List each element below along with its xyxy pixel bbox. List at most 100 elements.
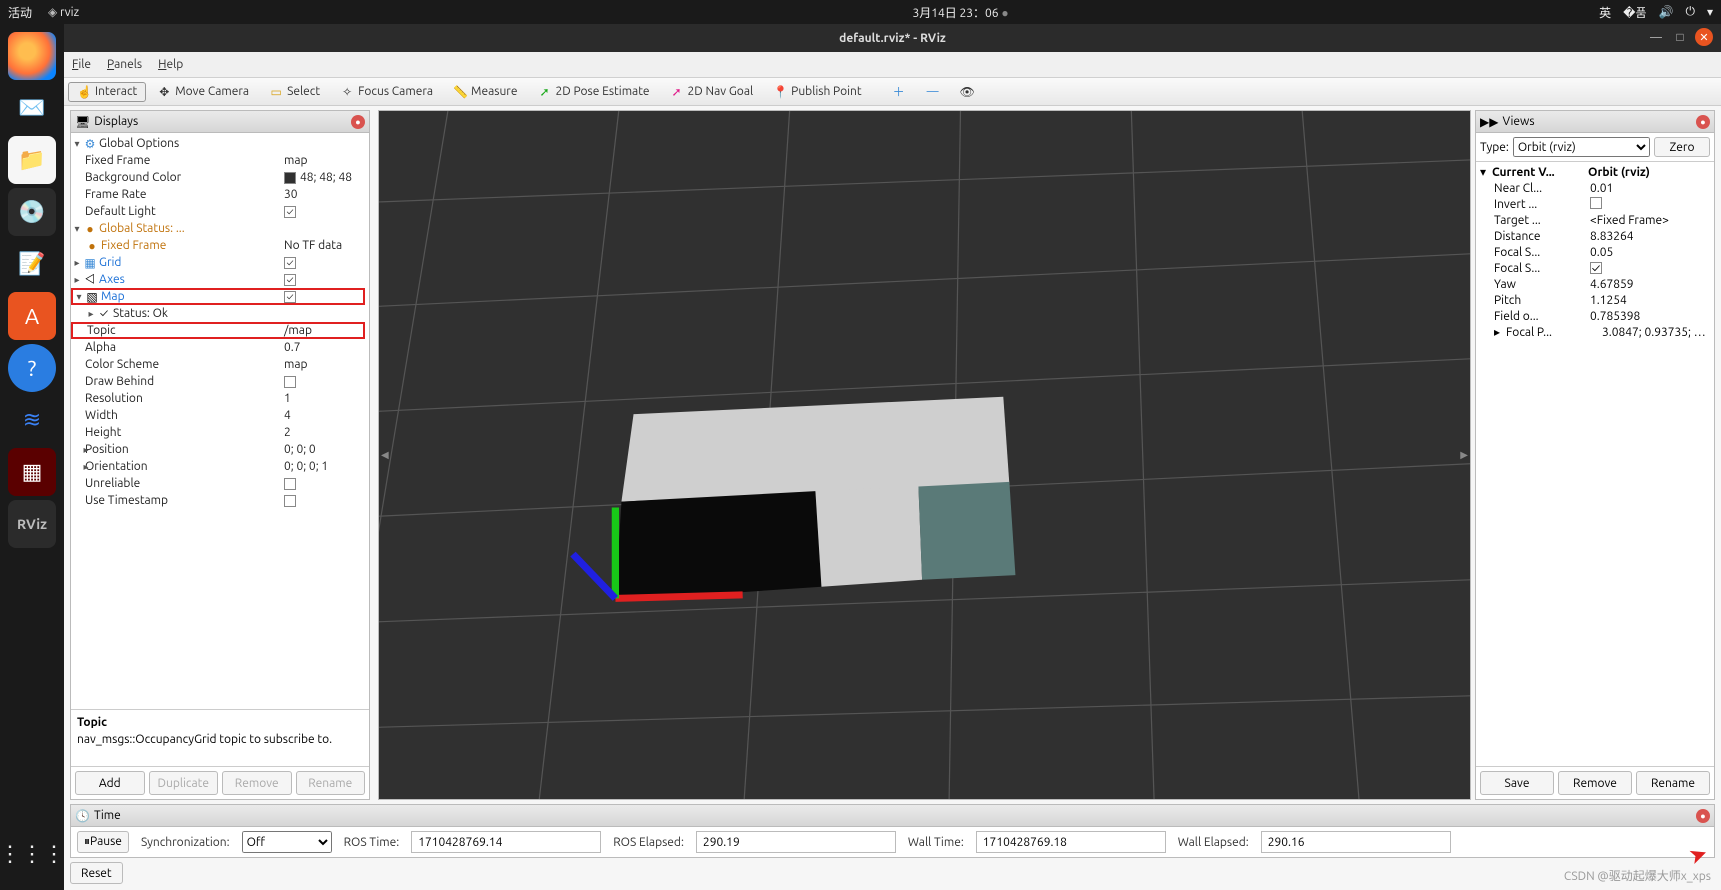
focus-camera-icon: ✧ [340, 85, 354, 99]
launcher-vscode[interactable]: ≋ [8, 396, 56, 444]
displays-add-button[interactable]: Add [75, 771, 145, 795]
move-camera-icon: ✥ [157, 85, 171, 99]
reset-button[interactable]: Reset [70, 862, 123, 884]
window-minimize-button[interactable]: — [1647, 28, 1665, 46]
select-icon: ▭ [269, 85, 283, 99]
launcher-screenshot[interactable]: ▦ [8, 448, 56, 496]
time-panel: 🕓 Time ● ⏸Pause Synchronization: Off ROS… [70, 804, 1715, 858]
focal-fixed-checkbox[interactable]: ✓ [1590, 262, 1602, 274]
draw-behind-checkbox[interactable] [284, 376, 296, 388]
window-title: default.rviz* - RViz [839, 32, 946, 45]
displays-icon: 🖥 [75, 115, 90, 129]
measure-icon: 📏 [453, 85, 467, 99]
pause-button[interactable]: ⏸Pause [77, 831, 129, 853]
ime-indicator[interactable]: 英 [1599, 4, 1611, 21]
invert-z-checkbox[interactable] [1590, 197, 1602, 209]
tool-focus-camera[interactable]: ✧Focus Camera [331, 82, 442, 102]
displays-duplicate-button[interactable]: Duplicate [149, 771, 219, 795]
displays-close-button[interactable]: ● [351, 115, 365, 129]
check-icon: ✓ [97, 307, 111, 320]
warning-icon: ● [85, 239, 99, 253]
eye-icon: 👁 [960, 85, 974, 99]
clock[interactable]: 3月14日 23：06 [912, 7, 998, 20]
wall-time-value [976, 831, 1166, 853]
launcher-help[interactable]: ? [8, 344, 56, 392]
launcher-writer[interactable]: 📝 [8, 240, 56, 288]
views-zero-button[interactable]: Zero [1654, 137, 1710, 157]
interact-icon: ☝ [77, 85, 91, 99]
time-close-button[interactable]: ● [1696, 809, 1710, 823]
displays-rename-button[interactable]: Rename [296, 771, 366, 795]
grid-checkbox[interactable] [284, 257, 296, 269]
launcher-rhythmbox[interactable]: 💿 [8, 188, 56, 236]
views-remove-button[interactable]: Remove [1558, 771, 1632, 795]
unreliable-checkbox[interactable] [284, 478, 296, 490]
tool-visibility[interactable]: 👁 [951, 82, 983, 102]
activities-button[interactable]: 活动 [8, 4, 32, 21]
titlebar: default.rviz* - RViz — □ ✕ [64, 24, 1721, 52]
menu-file[interactable]: File [72, 58, 91, 71]
clock-icon: 🕓 [75, 809, 90, 823]
app-indicator[interactable]: ◈ rviz [48, 5, 79, 19]
views-close-button[interactable]: ● [1696, 115, 1710, 129]
map-checkbox[interactable] [284, 291, 296, 303]
views-type-select[interactable]: Orbit (rviz) [1513, 137, 1650, 157]
ubuntu-launcher: ✉️ 📁 💿 📝 A ? ≋ ▦ RViz ⋮⋮⋮ [0, 24, 64, 890]
window-close-button[interactable]: ✕ [1695, 28, 1713, 46]
ros-elapsed-value [696, 831, 896, 853]
wall-elapsed-value [1261, 831, 1451, 853]
wall-time-label: Wall Time: [908, 836, 964, 849]
launcher-thunderbird[interactable]: ✉️ [8, 84, 56, 132]
wall-elapsed-label: Wall Elapsed: [1178, 836, 1249, 849]
network-icon[interactable]: �품 [1623, 4, 1646, 21]
window-maximize-button[interactable]: □ [1671, 28, 1689, 46]
displays-remove-button[interactable]: Remove [222, 771, 292, 795]
menu-help[interactable]: Help [158, 58, 183, 71]
gnome-top-bar: 活动 ◈ rviz 3月14日 23：06 ● 英 �품 🔊 ⏻ ▾ [0, 0, 1721, 24]
menu-panels[interactable]: Panels [107, 58, 142, 71]
default-light-checkbox[interactable] [284, 206, 296, 218]
rviz-window: default.rviz* - RViz — □ ✕ File Panels H… [64, 24, 1721, 890]
axes-icon: ⨞ [83, 273, 97, 287]
gear-icon: ⚙ [83, 137, 97, 151]
sync-label: Synchronization: [141, 836, 230, 849]
tool-2d-pose-estimate[interactable]: ➚2D Pose Estimate [528, 82, 658, 102]
launcher-rviz[interactable]: RViz [8, 500, 56, 548]
power-icon[interactable]: ⏻ [1685, 5, 1695, 19]
launcher-files[interactable]: 📁 [8, 136, 56, 184]
menu-caret-icon[interactable]: ▾ [1707, 5, 1713, 19]
3d-viewport[interactable]: ◀ ▶ [378, 110, 1471, 800]
displays-description: Topic nav_msgs::OccupancyGrid topic to s… [71, 709, 369, 766]
menubar: File Panels Help [64, 52, 1721, 78]
displays-tree[interactable]: ▾⚙Global Options Fixed Framemap Backgrou… [71, 133, 369, 709]
grid-icon: ▦ [83, 256, 97, 270]
ros-time-label: ROS Time: [344, 836, 400, 849]
time-title: Time [94, 809, 121, 822]
launcher-firefox[interactable] [8, 32, 56, 80]
use-timestamp-checkbox[interactable] [284, 495, 296, 507]
tool-select[interactable]: ▭Select [260, 82, 329, 102]
sync-select[interactable]: Off [242, 831, 332, 853]
displays-title: Displays [94, 115, 138, 128]
bgcolor-swatch [284, 172, 296, 184]
views-rename-button[interactable]: Rename [1636, 771, 1710, 795]
ros-elapsed-label: ROS Elapsed: [613, 836, 684, 849]
tool-add[interactable]: ＋ [883, 80, 915, 103]
tool-2d-nav-goal[interactable]: ➚2D Nav Goal [661, 82, 763, 102]
tool-remove[interactable]: — [917, 82, 949, 101]
publish-point-icon: 📍 [773, 85, 787, 99]
ros-time-value [411, 831, 601, 853]
launcher-apps-grid[interactable]: ⋮⋮⋮ [8, 830, 56, 878]
axes-checkbox[interactable] [284, 274, 296, 286]
tool-publish-point[interactable]: 📍Publish Point [764, 82, 870, 102]
minus-icon: — [926, 85, 940, 98]
tool-measure[interactable]: 📏Measure [444, 82, 526, 102]
views-save-button[interactable]: Save [1480, 771, 1554, 795]
warning-icon: ● [83, 222, 97, 236]
views-tree[interactable]: ▾Current V...Orbit (rviz) Near Cl...0.01… [1476, 162, 1714, 766]
tool-interact[interactable]: ☝Interact [68, 82, 146, 102]
launcher-software[interactable]: A [8, 292, 56, 340]
views-icon: ▶▶ [1480, 115, 1498, 129]
volume-icon[interactable]: 🔊 [1659, 5, 1674, 19]
tool-move-camera[interactable]: ✥Move Camera [148, 82, 258, 102]
